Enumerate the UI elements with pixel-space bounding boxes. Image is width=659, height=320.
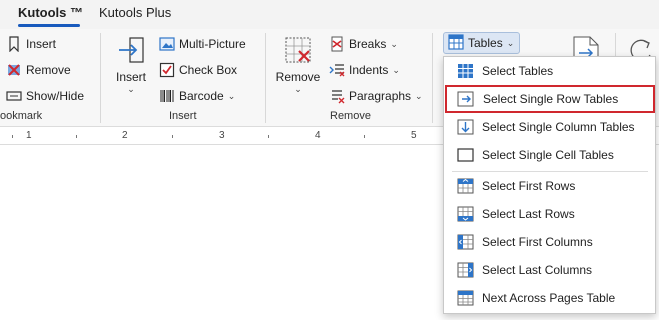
- bookmark-icon: [6, 36, 22, 53]
- chevron-down-icon: ⌄: [390, 38, 398, 49]
- menu-item-label: Select First Rows: [482, 179, 576, 193]
- single-column-icon: [457, 119, 474, 135]
- menu-item-select-last-rows[interactable]: Select Last Rows: [444, 200, 655, 228]
- chevron-down-icon: ⌄: [392, 64, 400, 75]
- active-tab-indicator: [18, 24, 80, 27]
- multi-picture-button[interactable]: Multi-Picture: [159, 33, 246, 55]
- bookmark-remove-button[interactable]: Remove: [6, 59, 71, 81]
- insert-arrow-icon: [116, 35, 146, 68]
- group-label-bookmark: ookmark: [0, 110, 43, 122]
- group-divider: [265, 33, 266, 123]
- ruler-number: 2: [122, 130, 128, 141]
- show-hide-icon: [6, 88, 22, 104]
- ruler-number: 4: [315, 130, 321, 141]
- barcode-icon: [159, 88, 175, 104]
- paragraphs-button[interactable]: Paragraphs ⌄: [329, 85, 423, 107]
- tab-kutools-plus[interactable]: Kutools Plus: [99, 5, 171, 20]
- group-label-insert: Insert: [169, 110, 197, 122]
- first-rows-icon: [457, 178, 474, 194]
- ruler-number: 3: [219, 130, 225, 141]
- group-label-remove: Remove: [330, 110, 371, 122]
- menu-item-label: Next Across Pages Table: [482, 291, 616, 305]
- ruler-number: 5: [411, 130, 417, 141]
- first-columns-icon: [457, 234, 474, 250]
- menu-item-label: Select Last Rows: [482, 207, 575, 221]
- insert-big-label: Insert: [115, 70, 146, 84]
- menu-item-next-across-pages-table[interactable]: Next Across Pages Table: [444, 284, 655, 312]
- chevron-down-icon: ⌄: [227, 90, 236, 101]
- ribbon-tab-bar: Kutools ™ Kutools Plus: [0, 0, 659, 29]
- bookmark-showhide-button[interactable]: Show/Hide: [6, 85, 84, 107]
- indents-icon: [329, 62, 345, 78]
- tables-dropdown-button[interactable]: Tables ⌄: [443, 32, 520, 54]
- menu-item-select-first-columns[interactable]: Select First Columns: [444, 228, 655, 256]
- bookmark-remove-icon: [6, 62, 22, 78]
- indents-label: Indents: [349, 63, 389, 77]
- group-divider: [100, 33, 101, 123]
- menu-item-label: Select First Columns: [482, 235, 593, 249]
- menu-item-select-tables[interactable]: Select Tables: [444, 57, 655, 85]
- multi-picture-label: Multi-Picture: [179, 37, 246, 51]
- bookmark-showhide-label: Show/Hide: [26, 89, 85, 103]
- tables-menu: Select Tables Select Single Row Tables S…: [443, 56, 656, 314]
- next-table-icon: [457, 290, 474, 306]
- paragraphs-icon: [329, 88, 345, 104]
- picture-icon: [159, 36, 175, 52]
- last-rows-icon: [457, 206, 474, 222]
- paragraphs-label: Paragraphs: [349, 89, 412, 103]
- last-columns-icon: [457, 262, 474, 278]
- menu-item-label: Select Tables: [482, 64, 554, 78]
- menu-item-select-single-column-tables[interactable]: Select Single Column Tables: [444, 113, 655, 141]
- bookmark-insert-label: Insert: [26, 37, 57, 51]
- menu-item-select-single-row-tables[interactable]: Select Single Row Tables: [445, 85, 655, 113]
- barcode-button[interactable]: Barcode ⌄: [159, 85, 235, 107]
- ruler-number: 1: [26, 130, 32, 141]
- menu-item-select-last-columns[interactable]: Select Last Columns: [444, 256, 655, 284]
- menu-item-label: Select Last Columns: [482, 263, 593, 277]
- single-cell-icon: [457, 147, 474, 163]
- checkbox-icon: [159, 62, 175, 78]
- chevron-down-icon: ⌄: [506, 37, 515, 48]
- menu-item-select-single-cell-tables[interactable]: Select Single Cell Tables: [444, 141, 655, 169]
- breaks-button[interactable]: Breaks ⌄: [329, 33, 398, 55]
- menu-item-label: Select Single Column Tables: [482, 120, 635, 134]
- table-icon: [448, 33, 464, 53]
- insert-big-button[interactable]: Insert ⌄: [113, 35, 149, 95]
- breaks-icon: [329, 36, 345, 52]
- tables-button-label: Tables: [468, 36, 503, 50]
- chevron-down-icon: ⌄: [127, 84, 135, 94]
- bookmark-insert-button[interactable]: Insert: [6, 33, 56, 55]
- barcode-label: Barcode: [179, 89, 224, 103]
- menu-item-label: Select Single Cell Tables: [482, 148, 614, 162]
- check-box-button[interactable]: Check Box: [159, 59, 237, 81]
- chevron-down-icon: ⌄: [415, 90, 423, 101]
- check-box-label: Check Box: [179, 63, 238, 77]
- menu-item-select-first-rows[interactable]: Select First Rows: [444, 172, 655, 200]
- bookmark-remove-label: Remove: [26, 63, 71, 77]
- single-row-icon: [457, 91, 474, 107]
- remove-table-icon: [283, 35, 313, 68]
- remove-big-button[interactable]: Remove ⌄: [276, 35, 320, 95]
- group-divider: [432, 33, 433, 123]
- tab-kutools[interactable]: Kutools ™: [18, 5, 83, 20]
- breaks-label: Breaks: [349, 37, 387, 51]
- chevron-down-icon: ⌄: [294, 84, 302, 94]
- indents-button[interactable]: Indents ⌄: [329, 59, 400, 81]
- menu-item-label: Select Single Row Tables: [483, 92, 619, 106]
- grid-table-icon: [457, 63, 474, 79]
- remove-big-label: Remove: [275, 70, 321, 84]
